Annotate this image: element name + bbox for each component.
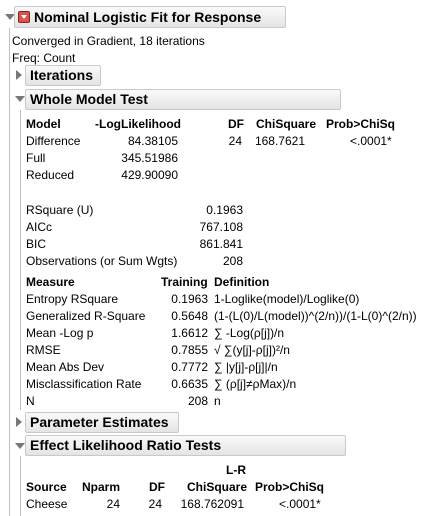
measure-training: 0.5648 <box>171 309 208 323</box>
param-estimates-header[interactable]: Parameter Estimates <box>25 412 179 433</box>
report-outline-line <box>9 28 10 516</box>
disclosure-open-icon[interactable] <box>15 96 25 102</box>
col-source: Source <box>26 480 67 494</box>
col-chisq: ChiSquare <box>256 117 317 131</box>
param-estimates-title: Parameter Estimates <box>30 414 169 430</box>
row-chisq: 168.762091 <box>180 497 244 511</box>
stat-value: 0.1963 <box>206 203 243 217</box>
stat-value: 767.108 <box>199 220 243 234</box>
row-loglik: 84.38105 <box>127 134 178 148</box>
measure-definition: n <box>214 394 221 408</box>
col-definition: Definition <box>214 275 270 289</box>
row-source: Cheese <box>26 497 68 511</box>
stat-value: 208 <box>222 254 243 268</box>
measure-training: 1.6612 <box>171 326 208 340</box>
whole-model-outline-line <box>20 110 21 410</box>
measure-definition: 1-Loglike(model)/Loglike(0) <box>214 292 360 306</box>
stat-label: Observations (or Sum Wgts) <box>26 254 178 268</box>
stat-label: RSquare (U) <box>26 203 94 217</box>
effect-lr-outline-line <box>20 456 21 516</box>
col-chisq: ChiSquare <box>187 480 248 494</box>
measure-name: Mean -Log p <box>26 326 94 340</box>
report-title: Nominal Logistic Fit for Response <box>34 9 262 25</box>
converged-text: Converged in Gradient, 18 iterations <box>12 34 205 48</box>
measure-training: 0.7855 <box>171 343 208 357</box>
row-df: 24 <box>148 497 162 511</box>
stat-label: BIC <box>26 237 47 251</box>
col-model: Model <box>26 117 61 131</box>
col-df: DF <box>228 117 244 131</box>
col-training: Training <box>161 275 208 289</box>
col-prob: Prob>ChiSq <box>326 117 396 131</box>
measure-name: N <box>26 394 35 408</box>
row-loglik: 429.90090 <box>121 168 178 182</box>
disclosure-open-icon[interactable] <box>15 443 25 449</box>
col-nparm: Nparm <box>82 480 121 494</box>
freq-text: Freq: Count <box>12 51 76 65</box>
measure-name: Entropy RSquare <box>26 292 119 306</box>
measure-name: RMSE <box>26 343 61 357</box>
lr-header: L-R <box>226 463 246 477</box>
effect-lr-header[interactable]: Effect Likelihood Ratio Tests <box>25 435 346 456</box>
stat-label: AICc <box>26 220 53 234</box>
measure-definition: √ ∑(y[j]-ρ[j])²/n <box>214 343 290 357</box>
row-chisq: 168.7621 <box>254 134 305 148</box>
measure-training: 0.1963 <box>171 292 208 306</box>
disclosure-closed-icon[interactable] <box>16 70 22 80</box>
row-loglik: 345.51986 <box>121 151 178 165</box>
measure-training: 0.6635 <box>171 377 208 391</box>
measure-training: 0.7772 <box>171 360 208 374</box>
measure-definition: ∑ |y[j]-ρ[j]|/n <box>214 360 278 374</box>
row-df: 24 <box>228 134 242 148</box>
measure-name: Generalized R-Square <box>26 309 146 323</box>
iterations-header[interactable]: Iterations <box>25 65 101 86</box>
measure-definition: ∑ (ρ[j]≠ρMax)/n <box>214 377 297 391</box>
col-loglik: -LogLikelihood <box>95 117 181 131</box>
row-model: Reduced <box>26 168 75 182</box>
col-measure: Measure <box>26 275 75 289</box>
row-nparm: 24 <box>106 497 120 511</box>
row-model: Full <box>26 151 46 165</box>
measure-definition: ∑ -Log(ρ[j])/n <box>214 326 285 340</box>
measure-definition: (1-(L(0)/L(model))^(2/n))/(1-L(0)^(2/n)) <box>214 309 417 323</box>
row-prob: <.0001* <box>279 497 321 511</box>
measure-name: Mean Abs Dev <box>26 360 105 374</box>
measure-name: Misclassification Rate <box>26 377 142 391</box>
row-model: Difference <box>26 134 81 148</box>
whole-model-title: Whole Model Test <box>30 91 148 107</box>
row-prob: <.0001* <box>350 134 392 148</box>
red-triangle-menu-icon[interactable] <box>18 11 30 23</box>
measure-training: 208 <box>187 394 208 408</box>
stat-value: 861.841 <box>199 237 243 251</box>
col-prob: Prob>ChiSq <box>255 480 325 494</box>
report-header: Nominal Logistic Fit for Response <box>14 6 286 28</box>
iterations-title: Iterations <box>30 67 94 83</box>
col-df: DF <box>149 480 165 494</box>
whole-model-header[interactable]: Whole Model Test <box>25 89 341 110</box>
effect-lr-title: Effect Likelihood Ratio Tests <box>30 437 222 453</box>
disclosure-closed-icon[interactable] <box>16 417 22 427</box>
